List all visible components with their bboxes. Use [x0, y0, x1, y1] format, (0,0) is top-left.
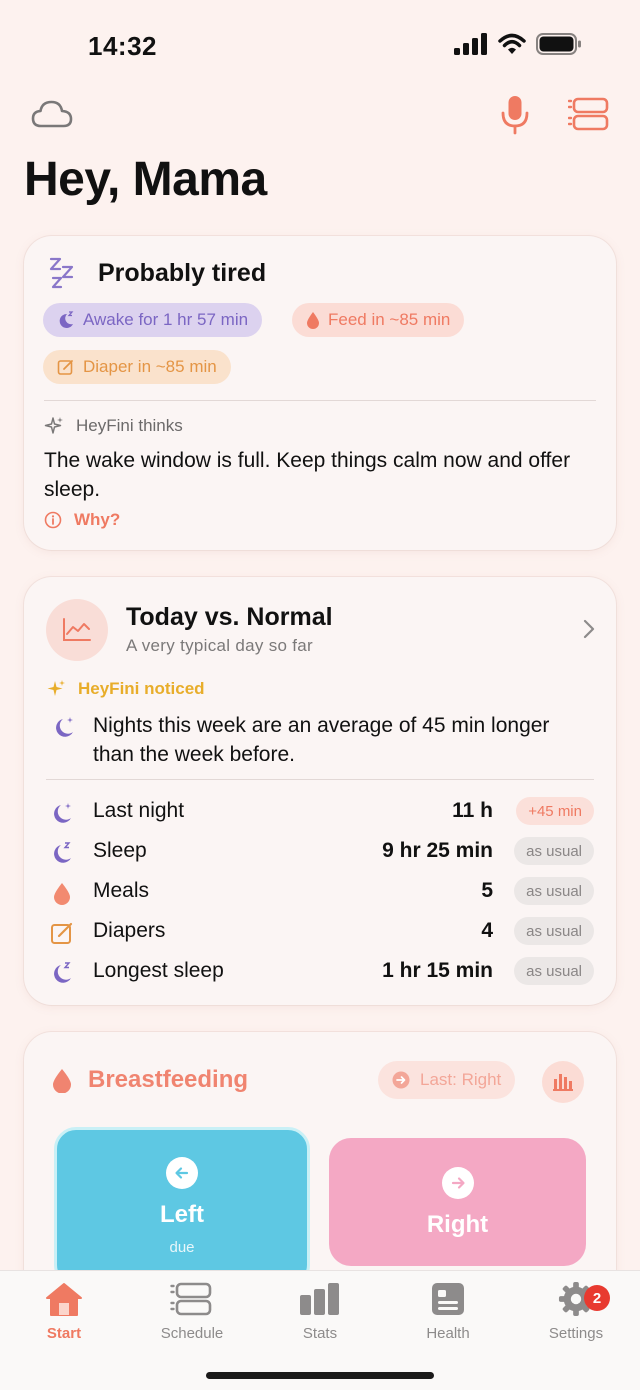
tab-health[interactable]: Health: [398, 1281, 498, 1342]
status-bar: 14:32: [0, 0, 640, 90]
sparkles-icon: [47, 680, 65, 696]
diaper-note-icon: [57, 360, 73, 375]
battery-icon: [536, 33, 581, 55]
heyfini-noticed-text: Nights this week are an average of 45 mi…: [93, 714, 550, 766]
feed-chip[interactable]: Feed in ~85 min: [292, 303, 465, 337]
stat-row-meals: Meals 5 as usual: [48, 871, 594, 911]
tab-stats[interactable]: Stats: [270, 1281, 370, 1342]
right-side-label: Right: [426, 1211, 489, 1238]
bar-chart-icon: [300, 1283, 339, 1315]
heyfini-thinks-label: HeyFini thinks: [44, 416, 183, 436]
diaper-note-icon: [48, 919, 76, 947]
right-side-button[interactable]: Right: [329, 1138, 586, 1266]
page-title: Hey, Mama: [24, 153, 267, 206]
drop-icon: [307, 312, 319, 329]
tiredness-card[interactable]: Probably tired Awake for 1 hr 57 min Fee…: [24, 236, 616, 550]
stat-label: Last night: [93, 799, 185, 822]
line-chart-icon: [63, 618, 91, 641]
tiredness-header: Probably tired: [48, 256, 266, 290]
drop-icon: [53, 1069, 71, 1093]
last-side-pill[interactable]: Last: Right: [378, 1061, 516, 1099]
bar-chart-icon: [553, 1074, 573, 1091]
schedule-icon: [170, 1282, 212, 1316]
trend-badge: [46, 599, 108, 661]
stat-value: 4: [481, 919, 493, 942]
awake-chip[interactable]: Awake for 1 hr 57 min: [43, 303, 263, 337]
breastfeeding-title: Breastfeeding: [88, 1066, 249, 1093]
sparkles-icon: [44, 417, 63, 434]
left-side-button[interactable]: Left due: [54, 1127, 310, 1287]
feeding-stats-button[interactable]: [542, 1061, 584, 1103]
tab-settings[interactable]: Settings 2: [526, 1281, 626, 1342]
cellular-signal-icon: [454, 33, 487, 55]
today-title: Today vs. Normal: [126, 603, 333, 631]
moon-zz-icon: [48, 959, 76, 987]
schedule-list-icon[interactable]: [568, 96, 610, 132]
moon-stars-icon: [56, 717, 73, 737]
tab-schedule[interactable]: Schedule: [142, 1281, 242, 1342]
stat-value: 9 hr 25 min: [382, 839, 493, 862]
zzz-icon: [49, 257, 74, 289]
status-time: 14:32: [88, 31, 157, 61]
arrow-left-icon: [166, 1157, 198, 1189]
stat-badge: as usual: [514, 837, 594, 865]
breastfeeding-header: Breastfeeding: [52, 1066, 248, 1094]
home-icon: [46, 1283, 82, 1316]
why-link[interactable]: Why?: [44, 510, 120, 530]
stat-label: Longest sleep: [93, 959, 224, 982]
home-indicator: [206, 1372, 434, 1379]
stat-badge: as usual: [514, 957, 594, 985]
drop-icon: [48, 879, 76, 907]
tiredness-title: Probably tired: [98, 258, 267, 287]
divider: [44, 400, 596, 401]
left-side-status: due: [169, 1239, 195, 1256]
diaper-chip-label: Diaper in ~85 min: [83, 357, 217, 376]
stat-badge: as usual: [514, 877, 594, 905]
notification-badge: 2: [584, 1285, 610, 1311]
stat-badge: +45 min: [516, 797, 594, 825]
arrow-right-icon: [441, 1167, 474, 1199]
microphone-icon[interactable]: [500, 94, 530, 136]
stat-value: 5: [481, 879, 493, 902]
cloud-icon[interactable]: [30, 96, 74, 132]
divider: [46, 779, 594, 780]
status-icons: [454, 33, 582, 55]
arrow-right-circle-icon: [392, 1071, 410, 1089]
feed-chip-label: Feed in ~85 min: [328, 310, 451, 329]
chevron-right-icon[interactable]: [582, 619, 596, 639]
stat-row-last-night: Last night 11 h +45 min: [48, 791, 594, 831]
wifi-icon: [498, 33, 526, 54]
stat-badge: as usual: [514, 917, 594, 945]
today-subtitle: A very typical day so far: [126, 636, 314, 655]
health-icon: [432, 1283, 464, 1315]
moon-stars-icon: [48, 799, 76, 827]
stat-row-diapers: Diapers 4 as usual: [48, 911, 594, 951]
awake-chip-label: Awake for 1 hr 57 min: [83, 310, 249, 329]
tab-start[interactable]: Start: [14, 1281, 114, 1342]
left-side-label: Left: [160, 1201, 204, 1228]
today-vs-normal-card[interactable]: Today vs. Normal A very typical day so f…: [24, 577, 616, 1005]
stat-value: 1 hr 15 min: [382, 959, 493, 982]
moon-zz-icon: [48, 839, 76, 867]
stat-row-longest-sleep: Longest sleep 1 hr 15 min as usual: [48, 951, 594, 991]
stat-row-sleep: Sleep 9 hr 25 min as usual: [48, 831, 594, 871]
stat-label: Diapers: [93, 919, 166, 942]
heyfini-noticed-label: HeyFini noticed: [46, 679, 205, 699]
heyfini-thinks-text: The wake window is full. Keep things cal…: [44, 449, 571, 501]
info-icon: [44, 511, 62, 529]
stat-label: Meals: [93, 879, 150, 902]
moon-zz-icon: [59, 311, 74, 328]
stat-value: 11 h: [452, 799, 493, 822]
stat-label: Sleep: [93, 839, 147, 862]
diaper-chip[interactable]: Diaper in ~85 min: [43, 350, 231, 384]
top-actions: [0, 92, 640, 142]
